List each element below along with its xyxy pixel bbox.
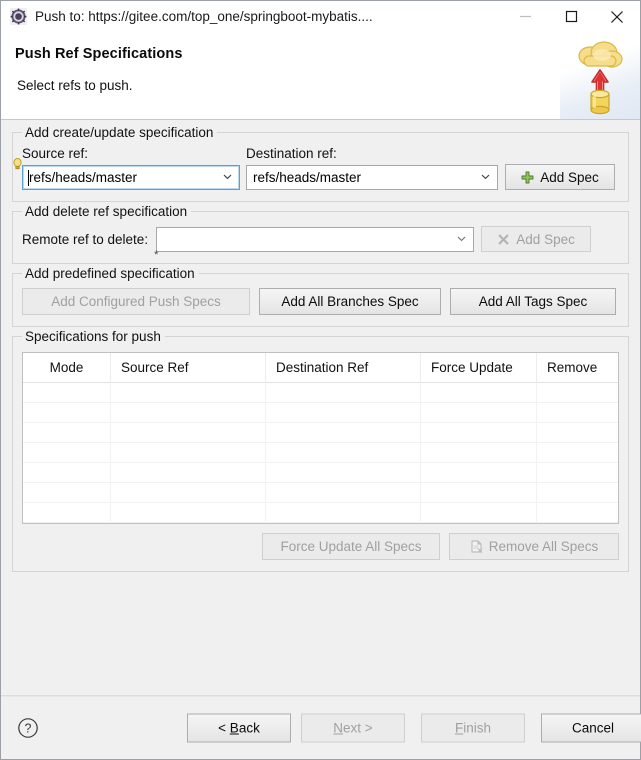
remote-ref-to-delete-label: Remote ref to delete: (22, 231, 149, 247)
chevron-down-icon[interactable] (457, 234, 466, 243)
add-delete-spec-button[interactable]: Add Spec (481, 226, 592, 252)
next-button[interactable]: Next > (301, 713, 405, 742)
remove-all-specs-label: Remove All Specs (488, 539, 599, 554)
remote-ref-to-delete-input[interactable] (156, 226, 475, 252)
divider (1, 696, 640, 697)
page-subtitle: Select refs to push. (17, 78, 133, 93)
group-title-delete-ref: Add delete ref specification (22, 204, 192, 219)
add-all-branches-spec-label: Add All Branches Spec (281, 294, 419, 309)
source-ref-value: refs/heads/master (29, 169, 138, 185)
specs-table-actions: Force Update All Specs Remove All Specs (22, 533, 619, 560)
help-question-icon[interactable]: ? (17, 717, 39, 739)
add-all-tags-spec-button[interactable]: Add All Tags Spec (450, 288, 616, 315)
window-controls (502, 1, 640, 32)
group-title-create-update: Add create/update specification (22, 125, 218, 140)
page-title: Push Ref Specifications (15, 46, 183, 62)
column-header-source-ref[interactable]: Source Ref (111, 353, 266, 383)
window-title: Push to: https://gitee.com/top_one/sprin… (35, 9, 373, 24)
group-add-predefined-specification: Add predefined specification Add Configu… (12, 266, 629, 327)
wizard-navigation-buttons: < Back Next > Finish Cancel (187, 713, 641, 742)
force-update-all-specs-label: Force Update All Specs (280, 539, 422, 554)
cloud-upload-banner-icon (560, 32, 640, 119)
add-create-update-spec-button[interactable]: Add Spec (505, 164, 615, 190)
back-button-label: < Back (218, 720, 260, 735)
table-row[interactable] (23, 483, 618, 503)
text-caret (28, 169, 29, 186)
chevron-down-icon[interactable] (223, 172, 232, 181)
specs-table[interactable]: Mode Source Ref Destination Ref Force Up… (22, 352, 619, 524)
table-row[interactable] (23, 463, 618, 483)
group-add-create-update-specification: Add create/update specification Source r… (12, 125, 629, 202)
cancel-button-label: Cancel (571, 720, 615, 735)
push-ref-specifications-dialog: Push to: https://gitee.com/top_one/sprin… (0, 0, 641, 760)
chevron-down-icon[interactable] (481, 172, 490, 181)
required-asterisk-marker: * (154, 248, 159, 261)
add-configured-push-specs-label: Add Configured Push Specs (51, 294, 221, 309)
table-row[interactable] (23, 443, 618, 463)
svg-text:?: ? (25, 721, 32, 735)
group-title-specs-for-push: Specifications for push (22, 329, 165, 344)
close-icon[interactable] (594, 1, 640, 32)
remove-document-icon (470, 540, 483, 553)
gray-x-icon (497, 233, 510, 246)
column-header-mode[interactable]: Mode (23, 353, 111, 383)
add-configured-push-specs-button[interactable]: Add Configured Push Specs (22, 288, 250, 315)
source-ref-label: Source ref: (22, 146, 89, 161)
table-row[interactable] (23, 503, 618, 523)
destination-ref-value: refs/heads/master (253, 169, 362, 185)
force-update-all-specs-button[interactable]: Force Update All Specs (262, 533, 440, 560)
finish-button-label: Finish (454, 720, 491, 735)
table-row[interactable] (23, 383, 618, 403)
finish-button[interactable]: Finish (421, 713, 525, 742)
add-all-tags-spec-label: Add All Tags Spec (478, 294, 588, 309)
table-row[interactable] (23, 403, 618, 423)
group-add-delete-ref-specification: Add delete ref specification Remote ref … (12, 204, 629, 264)
group-title-predefined: Add predefined specification (22, 266, 199, 281)
destination-ref-label: Destination ref: (246, 146, 337, 161)
specs-table-header: Mode Source Ref Destination Ref Force Up… (23, 353, 618, 383)
dialog-button-bar: ? < Back Next > Finish Cancel (1, 695, 641, 759)
content-assist-bulb-icon (13, 157, 22, 170)
destination-ref-input[interactable]: refs/heads/master (246, 164, 498, 190)
add-all-branches-spec-button[interactable]: Add All Branches Spec (259, 288, 441, 315)
next-button-label: Next > (333, 720, 373, 735)
minimize-icon[interactable] (502, 1, 548, 32)
add-delete-spec-label: Add Spec (516, 231, 575, 247)
cancel-button[interactable]: Cancel (541, 713, 641, 742)
table-row[interactable] (23, 423, 618, 443)
column-header-destination-ref[interactable]: Destination Ref (266, 353, 421, 383)
column-header-remove[interactable]: Remove (537, 353, 617, 383)
maximize-icon[interactable] (548, 1, 594, 32)
column-header-force-update[interactable]: Force Update (421, 353, 537, 383)
group-specifications-for-push: Specifications for push Mode Source Ref … (12, 329, 629, 572)
add-create-update-spec-label: Add Spec (540, 169, 599, 185)
specs-table-body[interactable] (23, 383, 618, 523)
green-plus-icon (521, 171, 534, 184)
source-ref-input[interactable]: refs/heads/master (22, 164, 240, 190)
dialog-banner: Push Ref Specifications Select refs to p… (1, 32, 640, 120)
title-bar: Push to: https://gitee.com/top_one/sprin… (1, 1, 640, 32)
back-button[interactable]: < Back (187, 713, 291, 742)
dialog-content: Add create/update specification Source r… (1, 120, 640, 695)
git-push-icon (10, 8, 27, 25)
remove-all-specs-button[interactable]: Remove All Specs (449, 533, 619, 560)
